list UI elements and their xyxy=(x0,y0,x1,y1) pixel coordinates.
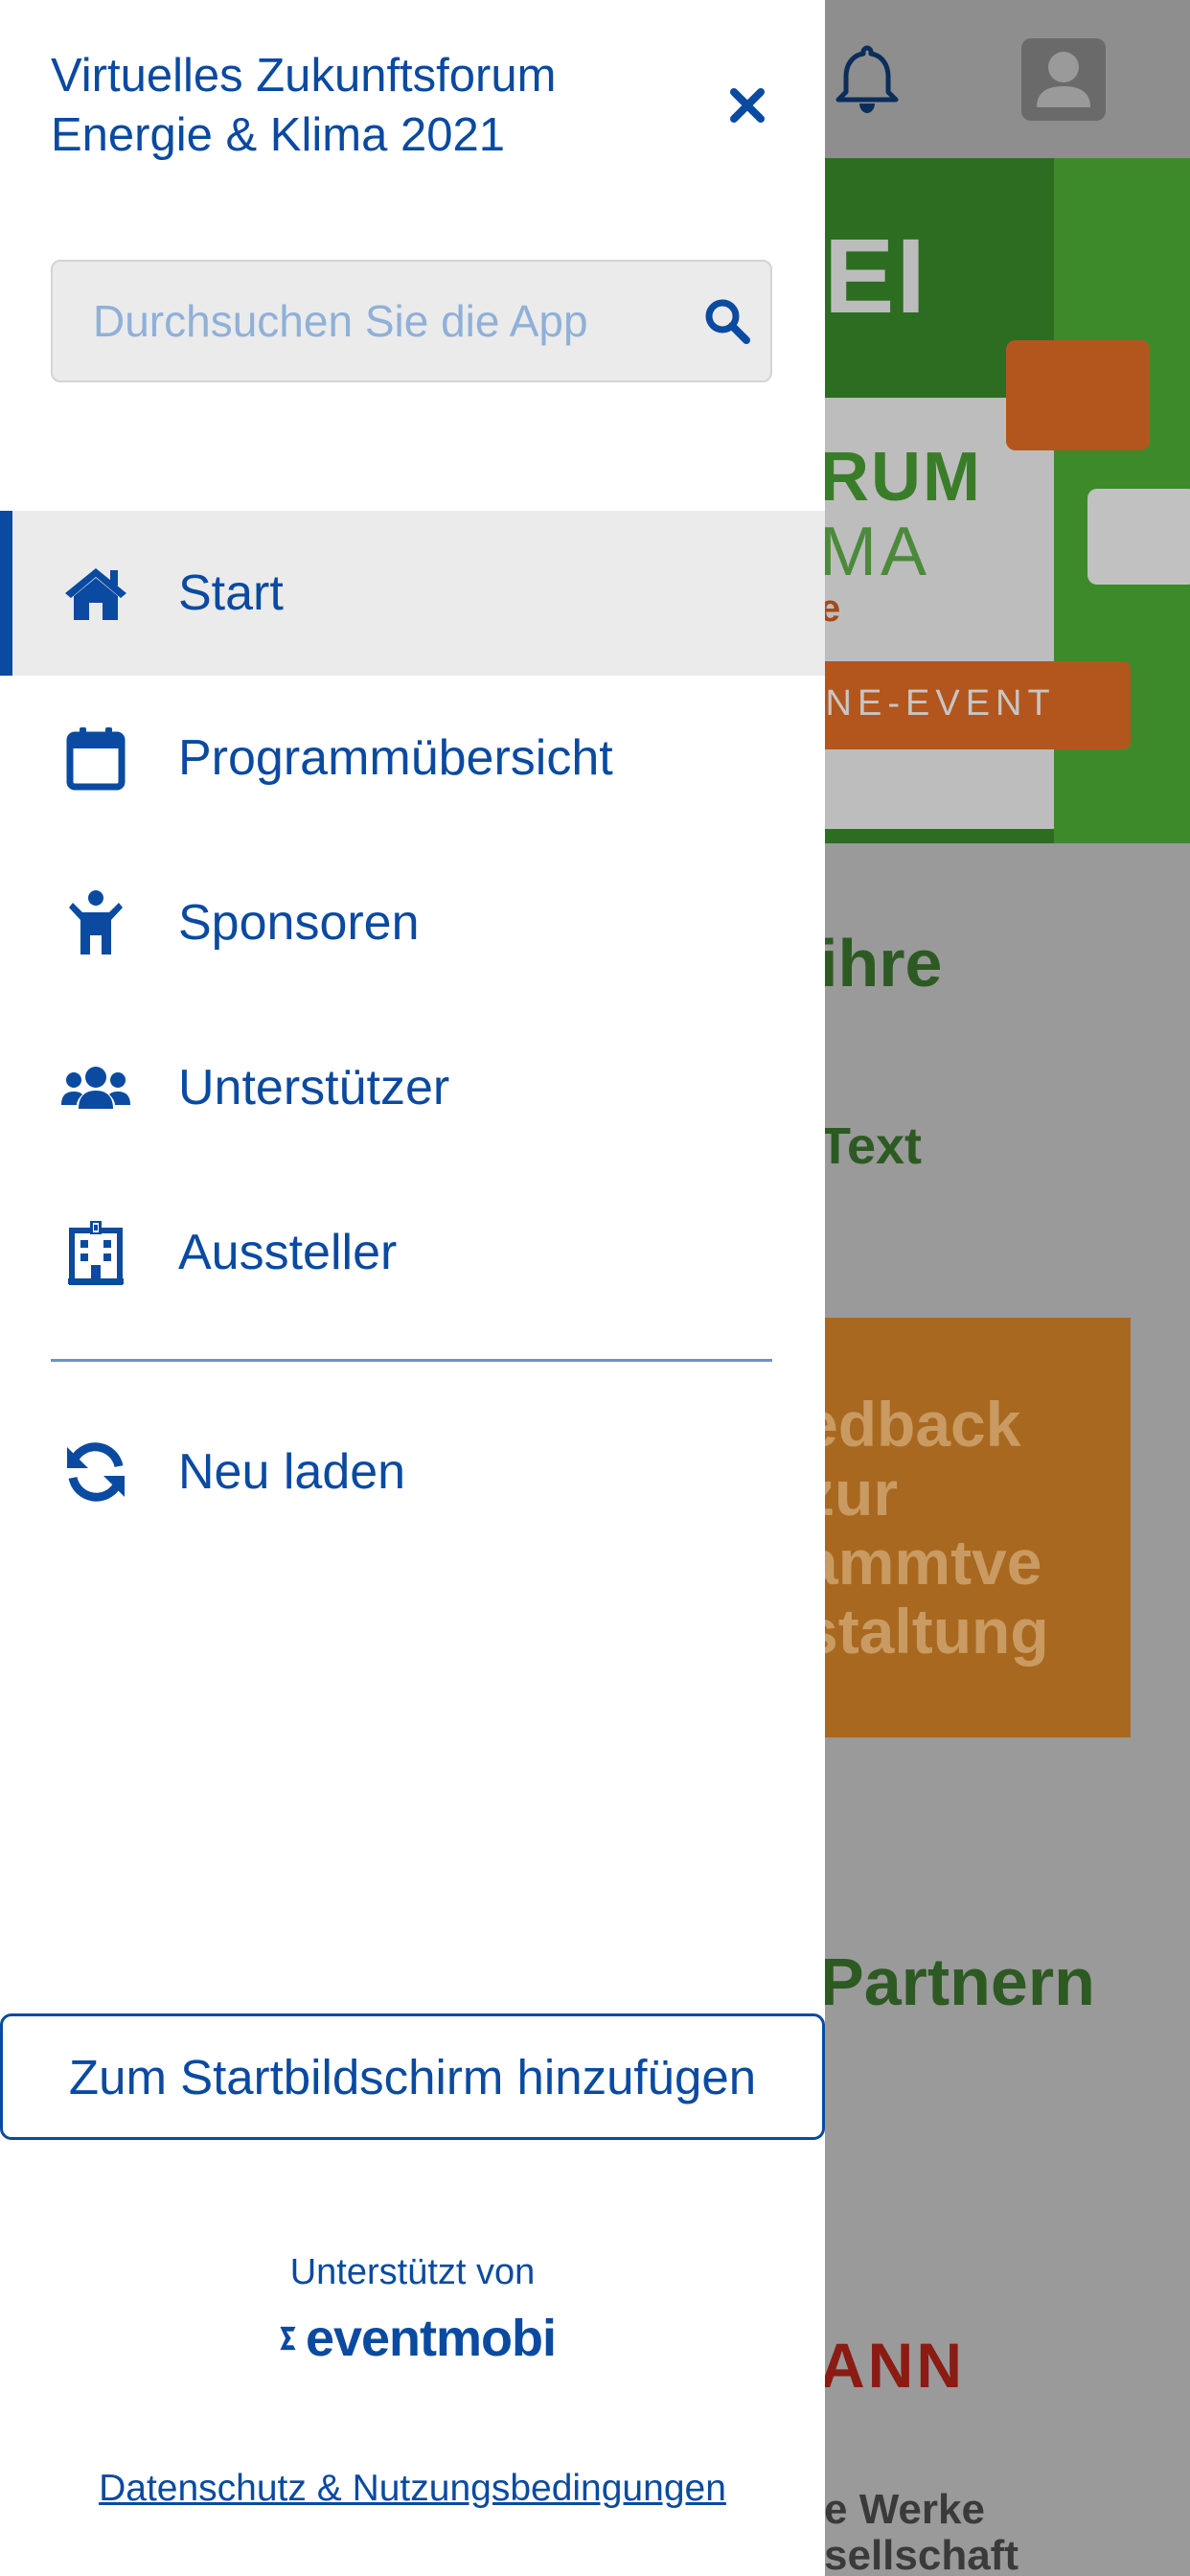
partner-name: e Werke sellschaft xyxy=(824,2486,1018,2576)
refresh-icon xyxy=(59,1436,132,1508)
nav-item-exhibitors[interactable]: Aussteller xyxy=(0,1170,825,1335)
eventmobi-brand-text: eventmobi xyxy=(305,2310,557,2367)
navigation-drawer: Virtuelles Zukunftsforum Energie & Klima… xyxy=(0,0,825,2576)
close-button[interactable] xyxy=(719,77,776,134)
bell-icon[interactable] xyxy=(829,40,905,117)
nav-item-start[interactable]: Start xyxy=(0,511,825,676)
powered-by-label: Unterstützt von xyxy=(289,2252,536,2292)
reload-item[interactable]: Neu laden xyxy=(0,1390,825,1554)
add-to-home-screen-button[interactable]: Zum Startbildschirm hinzufügen xyxy=(0,2013,825,2140)
nav-label-sponsors: Sponsoren xyxy=(178,895,420,951)
reload-label: Neu laden xyxy=(178,1444,406,1500)
nav-label-program: Programmübersicht xyxy=(178,730,613,786)
search-icon[interactable] xyxy=(702,296,752,346)
nav-item-program[interactable]: Programmübersicht xyxy=(0,676,825,840)
user-avatar-icon[interactable] xyxy=(1021,38,1106,121)
feedback-text: edback zur ammtve staltung xyxy=(803,1389,1049,1667)
building-icon xyxy=(59,1216,132,1289)
bg-text-1: Text xyxy=(819,1117,923,1175)
nav-item-sponsors[interactable]: Sponsoren xyxy=(0,840,825,1005)
bg-heading-2: Partnern xyxy=(819,1944,1095,2019)
users-icon xyxy=(59,1051,132,1124)
bg-heading-1: ihre xyxy=(819,926,943,1000)
home-icon xyxy=(59,557,132,630)
nav-label-supporters: Unterstützer xyxy=(178,1060,450,1116)
calendar-icon xyxy=(59,722,132,794)
eventmobi-logo-icon xyxy=(280,2326,296,2351)
person-icon xyxy=(59,886,132,959)
drawer-title: Virtuelles Zukunftsforum Energie & Klima… xyxy=(51,50,557,161)
search-input[interactable] xyxy=(93,262,668,380)
add-to-home-screen-label: Zum Startbildschirm hinzufügen xyxy=(68,2049,757,2104)
close-icon xyxy=(730,88,765,123)
search-field[interactable] xyxy=(51,260,772,382)
privacy-terms-link[interactable]: Datenschutz & Nutzungsbedingungen xyxy=(0,2468,825,2510)
eventmobi-logo[interactable]: eventmobi xyxy=(278,2305,557,2372)
nav-item-supporters[interactable]: Unterstützer xyxy=(0,1005,825,1170)
nav-label-exhibitors: Aussteller xyxy=(178,1225,398,1280)
nav-label-start: Start xyxy=(178,565,284,621)
nav-divider xyxy=(51,1359,772,1362)
partner-logo: ANN xyxy=(819,2330,965,2401)
